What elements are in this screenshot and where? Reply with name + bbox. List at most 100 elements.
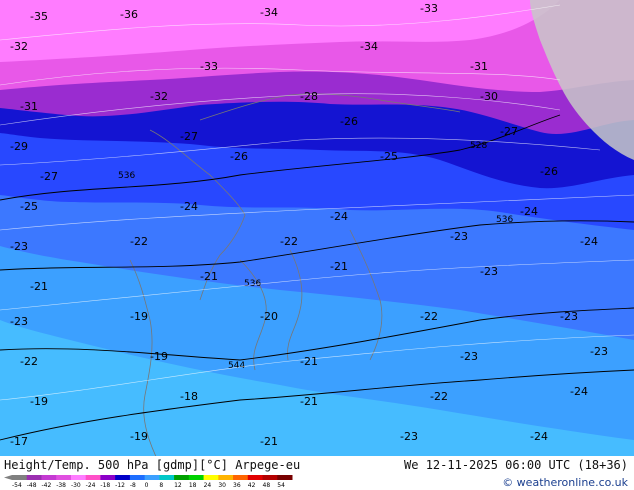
scale-swatch <box>277 475 293 480</box>
temp-label: -24 <box>570 385 588 398</box>
credit-link[interactable]: © weatheronline.co.uk <box>502 476 628 489</box>
scale-tick-label: 36 <box>233 482 241 488</box>
temp-label: -23 <box>590 345 608 358</box>
temp-label: -27 <box>180 130 198 143</box>
scale-tick-label: -48 <box>27 482 37 488</box>
temp-label: -18 <box>180 390 198 403</box>
scale-tick-label: 8 <box>159 482 163 488</box>
scale-swatch <box>233 475 249 480</box>
temp-label: -24 <box>530 430 548 443</box>
scale-tick-label: 54 <box>277 482 285 488</box>
temp-label: -36 <box>120 8 138 21</box>
temp-label: -33 <box>420 2 438 15</box>
temp-label: -23 <box>400 430 418 443</box>
temp-label: -26 <box>230 150 248 163</box>
temp-label: -27 <box>40 170 58 183</box>
contour-label: 544 <box>228 361 245 371</box>
color-scale-svg: -54 -48 -42 -38 -30 -24 -18 -12 -8 0 8 12 18 24 30 36 42… <box>4 475 293 488</box>
scale-tick-label: -12 <box>115 482 125 488</box>
scale-tick-label: 48 <box>263 482 271 488</box>
temp-label: -21 <box>300 355 318 368</box>
temp-label: -21 <box>30 280 48 293</box>
temp-label: -33 <box>200 60 218 73</box>
temp-label: -23 <box>10 315 28 328</box>
scale-swatch <box>159 475 175 480</box>
temp-label: -29 <box>10 140 28 153</box>
temp-label: -26 <box>540 165 558 178</box>
temp-label: -26 <box>340 115 358 128</box>
scale-tick-label: -42 <box>41 482 51 488</box>
scale-tick-label: 42 <box>248 482 256 488</box>
temp-label: -23 <box>450 230 468 243</box>
temp-label: -24 <box>330 210 348 223</box>
temp-label: -22 <box>130 235 148 248</box>
temp-label: -27 <box>500 125 518 138</box>
temp-label: -23 <box>480 265 498 278</box>
scale-swatch <box>85 475 101 480</box>
scale-tick-label: -38 <box>56 482 66 488</box>
scale-tick-label: -8 <box>130 482 136 488</box>
temp-label: -22 <box>280 235 298 248</box>
temp-label: -23 <box>460 350 478 363</box>
temp-label: -21 <box>260 435 278 448</box>
temp-label: -35 <box>30 10 48 23</box>
scale-swatch <box>174 475 190 480</box>
temp-label: -32 <box>10 40 28 53</box>
temp-label: -21 <box>200 270 218 283</box>
scale-swatch <box>41 475 57 480</box>
temp-label: -19 <box>130 430 148 443</box>
temp-label: -31 <box>20 100 38 113</box>
temp-label: -23 <box>10 240 28 253</box>
map-title: Height/Temp. 500 hPa [gdmp][°C] Arpege-e… <box>4 458 301 472</box>
temp-label: -28 <box>300 90 318 103</box>
scale-swatch <box>12 475 28 480</box>
scale-swatch <box>70 475 87 480</box>
scale-swatch <box>188 475 205 480</box>
scale-swatch <box>218 475 234 480</box>
scale-tick-label: 12 <box>174 482 182 488</box>
temp-label: -20 <box>260 310 278 323</box>
temp-label: -32 <box>150 90 168 103</box>
temp-label: -19 <box>150 350 168 363</box>
temp-label: -17 <box>10 435 28 448</box>
contour-label: 528 <box>470 141 487 151</box>
scale-arrow-left <box>4 475 12 480</box>
temp-label: -22 <box>420 310 438 323</box>
temp-label: -31 <box>470 60 488 73</box>
temp-label: -25 <box>20 200 38 213</box>
temp-label: -21 <box>330 260 348 273</box>
map-canvas: 536 528 536 536 544 -35 -36 -34 -33 -32 … <box>0 0 634 468</box>
scale-tick-label: 30 <box>218 482 226 488</box>
scale-tick-label: 0 <box>145 482 149 488</box>
contour-label: 536 <box>118 171 135 181</box>
scale-swatch <box>129 475 146 480</box>
temp-label: -21 <box>300 395 318 408</box>
temp-label: -34 <box>260 6 278 19</box>
scale-tick-label: 18 <box>189 482 197 488</box>
temp-label: -30 <box>480 90 498 103</box>
contour-label: 536 <box>496 215 513 225</box>
forecast-datetime: We 12-11-2025 06:00 UTC (18+36) <box>404 458 628 472</box>
scale-tick-label: -30 <box>71 482 81 488</box>
temp-label: -19 <box>130 310 148 323</box>
scale-swatch <box>203 475 219 480</box>
temp-label: -24 <box>520 205 538 218</box>
scale-tick-label: -54 <box>12 482 22 488</box>
scale-swatch <box>144 475 160 480</box>
scale-swatch <box>247 475 264 480</box>
temp-label: -23 <box>560 310 578 323</box>
scale-swatch <box>26 475 42 480</box>
scale-swatch <box>115 475 131 480</box>
scale-swatch <box>262 475 278 480</box>
scale-tick-label: 24 <box>204 482 212 488</box>
temp-label: -25 <box>380 150 398 163</box>
scale-tick-label: -24 <box>86 482 96 488</box>
color-scale: -54 -48 -42 -38 -30 -24 -18 -12 -8 0 8 12 18 24 30 36 42… <box>4 475 294 488</box>
scale-swatch <box>56 475 72 480</box>
temp-label: -24 <box>180 200 198 213</box>
temp-label: -19 <box>30 395 48 408</box>
scale-swatch <box>100 475 116 480</box>
weather-map: 536 528 536 536 544 -35 -36 -34 -33 -32 … <box>0 0 634 468</box>
temp-label: -22 <box>430 390 448 403</box>
map-footer: Height/Temp. 500 hPa [gdmp][°C] Arpege-e… <box>0 456 634 490</box>
